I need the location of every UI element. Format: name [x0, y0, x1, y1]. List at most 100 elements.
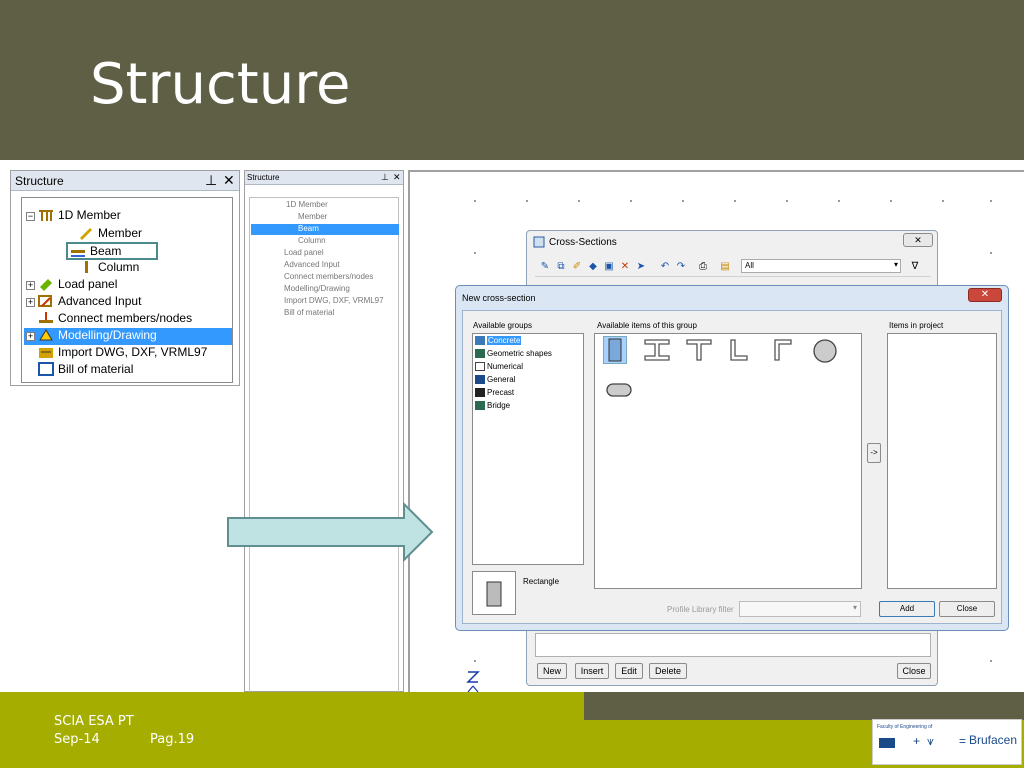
structure-tree-small: 1D Member Member Beam Column Load panel … — [249, 197, 399, 693]
close-button[interactable]: ✕ — [903, 233, 933, 247]
insert-button[interactable]: Insert — [575, 663, 609, 679]
tree-item-column[interactable]: Column — [298, 236, 326, 245]
close-button[interactable]: ✕ — [968, 288, 1002, 302]
available-items-list[interactable] — [594, 333, 862, 589]
delete-button[interactable]: Delete — [649, 663, 687, 679]
beam-icon — [70, 244, 86, 258]
open-icon[interactable]: ▤ — [719, 261, 731, 273]
member-icon — [78, 226, 94, 240]
add-button[interactable]: Add — [879, 601, 935, 617]
grid-dot — [890, 200, 892, 202]
tree-item-beam[interactable]: Beam — [66, 242, 158, 260]
structure-panel-small: Structure ⊥ ✕ 1D Member Member Beam Colu… — [244, 170, 404, 693]
tree-item-member[interactable]: Member — [298, 212, 327, 221]
edit-button[interactable]: Edit — [615, 663, 643, 679]
expand-icon[interactable]: + — [26, 332, 35, 341]
profile-library-filter-label: Profile Library filter — [667, 605, 734, 614]
logo-caption: Faculty of Engineering of — [877, 724, 933, 730]
grid-dot — [578, 200, 580, 202]
expand-icon[interactable]: + — [26, 281, 35, 290]
close-button-bottom[interactable]: Close — [897, 663, 931, 679]
structure-tree: − 1D Member Member Beam Column + Load pa… — [21, 197, 233, 383]
tree-item-1d-member[interactable]: 1D Member — [286, 200, 328, 209]
dwg-icon — [38, 345, 54, 359]
grid-dot — [942, 200, 944, 202]
library-icon[interactable]: ▣ — [603, 261, 615, 273]
tree-item-import-dwg[interactable]: Import DWG, DXF, VRML97 — [284, 296, 384, 305]
cross-sections-list[interactable] — [535, 633, 931, 657]
tree-item-connect-members[interactable]: Connect members/nodes — [38, 311, 192, 325]
grid-dot — [474, 200, 476, 202]
grid-dot — [474, 252, 476, 254]
close-icon[interactable]: ✕ — [223, 172, 235, 189]
group-item-bridge[interactable]: Bridge — [475, 401, 510, 410]
group-item-concrete[interactable]: Concrete — [475, 336, 522, 345]
tree-item-1d-member[interactable]: 1D Member — [38, 208, 121, 222]
tool-icon[interactable]: ◆ — [587, 261, 599, 273]
t-section-icon[interactable] — [685, 338, 713, 362]
tree-item-column[interactable]: Column — [78, 260, 139, 274]
expand-icon[interactable]: + — [26, 298, 35, 307]
l-section-icon[interactable] — [727, 338, 749, 362]
rectangle-section-icon[interactable] — [607, 338, 623, 362]
tree-item-bill-of-material[interactable]: Bill of material — [38, 362, 133, 376]
copy-icon[interactable]: ⧉ — [555, 261, 567, 273]
grid-dot — [990, 660, 992, 662]
collapse-icon[interactable]: − — [26, 212, 35, 221]
group-label: Geometric shapes — [487, 349, 552, 358]
precast-icon — [475, 388, 485, 397]
concrete-icon — [475, 336, 485, 345]
ulb-logo-icon — [879, 738, 895, 748]
group-item-general[interactable]: General — [475, 375, 515, 384]
group-item-geometric-shapes[interactable]: Geometric shapes — [475, 349, 552, 358]
tree-item-modelling-drawing[interactable]: Modelling/Drawing — [284, 284, 350, 293]
tree-item-beam[interactable]: Beam — [298, 224, 319, 233]
grid-dot — [474, 660, 476, 662]
profile-library-filter-select[interactable]: ▾ — [739, 601, 861, 617]
tree-item-import-dwg[interactable]: Import DWG, DXF, VRML97 — [38, 345, 207, 359]
tree-item-bill-of-material[interactable]: Bill of material — [284, 308, 334, 317]
filter-value: All — [745, 261, 754, 270]
i-section-icon[interactable] — [643, 338, 671, 362]
tree-item-load-panel[interactable]: Load panel — [38, 277, 117, 291]
group-label: Numerical — [487, 362, 524, 371]
items-in-project-list[interactable] — [887, 333, 997, 589]
tree-item-label: Import DWG, DXF, VRML97 — [58, 345, 208, 359]
modelling-icon — [38, 328, 54, 342]
group-item-precast[interactable]: Precast — [475, 388, 514, 397]
close-icon[interactable]: ✕ — [393, 172, 401, 183]
add-to-project-arrow-button[interactable]: -> — [867, 443, 881, 463]
tree-item-label: 1D Member — [58, 208, 121, 222]
brufacen-logo: Brufacen — [969, 733, 1018, 747]
oval-section-icon[interactable] — [605, 382, 633, 398]
tree-item-label: Bill of material — [58, 362, 134, 376]
tree-item-advanced-input[interactable]: Advanced Input — [284, 260, 340, 269]
edit-icon[interactable]: ✐ — [571, 261, 583, 273]
pin-icon[interactable]: ⊥ — [205, 172, 217, 189]
preview-box — [472, 571, 516, 615]
tree-item-connect-members[interactable]: Connect members/nodes — [284, 272, 373, 281]
export-icon[interactable]: ➤ — [635, 261, 647, 273]
slide-title: Structure — [90, 52, 351, 117]
angle-section-icon[interactable] — [771, 338, 793, 362]
new-icon[interactable]: ✎ — [539, 261, 551, 273]
close-button-bottom[interactable]: Close — [939, 601, 995, 617]
circle-section-icon[interactable] — [811, 338, 839, 364]
group-item-numerical[interactable]: Numerical — [475, 362, 523, 371]
rectangle-preview-icon — [486, 581, 502, 607]
footer-page: Pag.19 — [150, 732, 195, 747]
tree-item-load-panel[interactable]: Load panel — [284, 248, 324, 257]
delete-icon[interactable]: ✕ — [619, 261, 631, 273]
print-icon[interactable]: ⎙ — [697, 261, 709, 273]
filter-select[interactable]: All ▾ — [741, 259, 901, 273]
redo-icon[interactable]: ↷ — [675, 261, 687, 273]
pin-icon[interactable]: ⊥ — [381, 172, 389, 183]
tree-item-label: Load panel — [58, 277, 118, 291]
tree-item-modelling-drawing[interactable]: Modelling/Drawing — [38, 328, 157, 342]
tree-item-member[interactable]: Member — [78, 226, 142, 240]
groups-list[interactable]: Concrete Geometric shapes Numerical Gene… — [472, 333, 584, 565]
new-button[interactable]: New — [537, 663, 567, 679]
filter-icon[interactable]: ∇ — [909, 261, 921, 273]
tree-item-advanced-input[interactable]: Advanced Input — [38, 294, 141, 308]
undo-icon[interactable]: ↶ — [659, 261, 671, 273]
